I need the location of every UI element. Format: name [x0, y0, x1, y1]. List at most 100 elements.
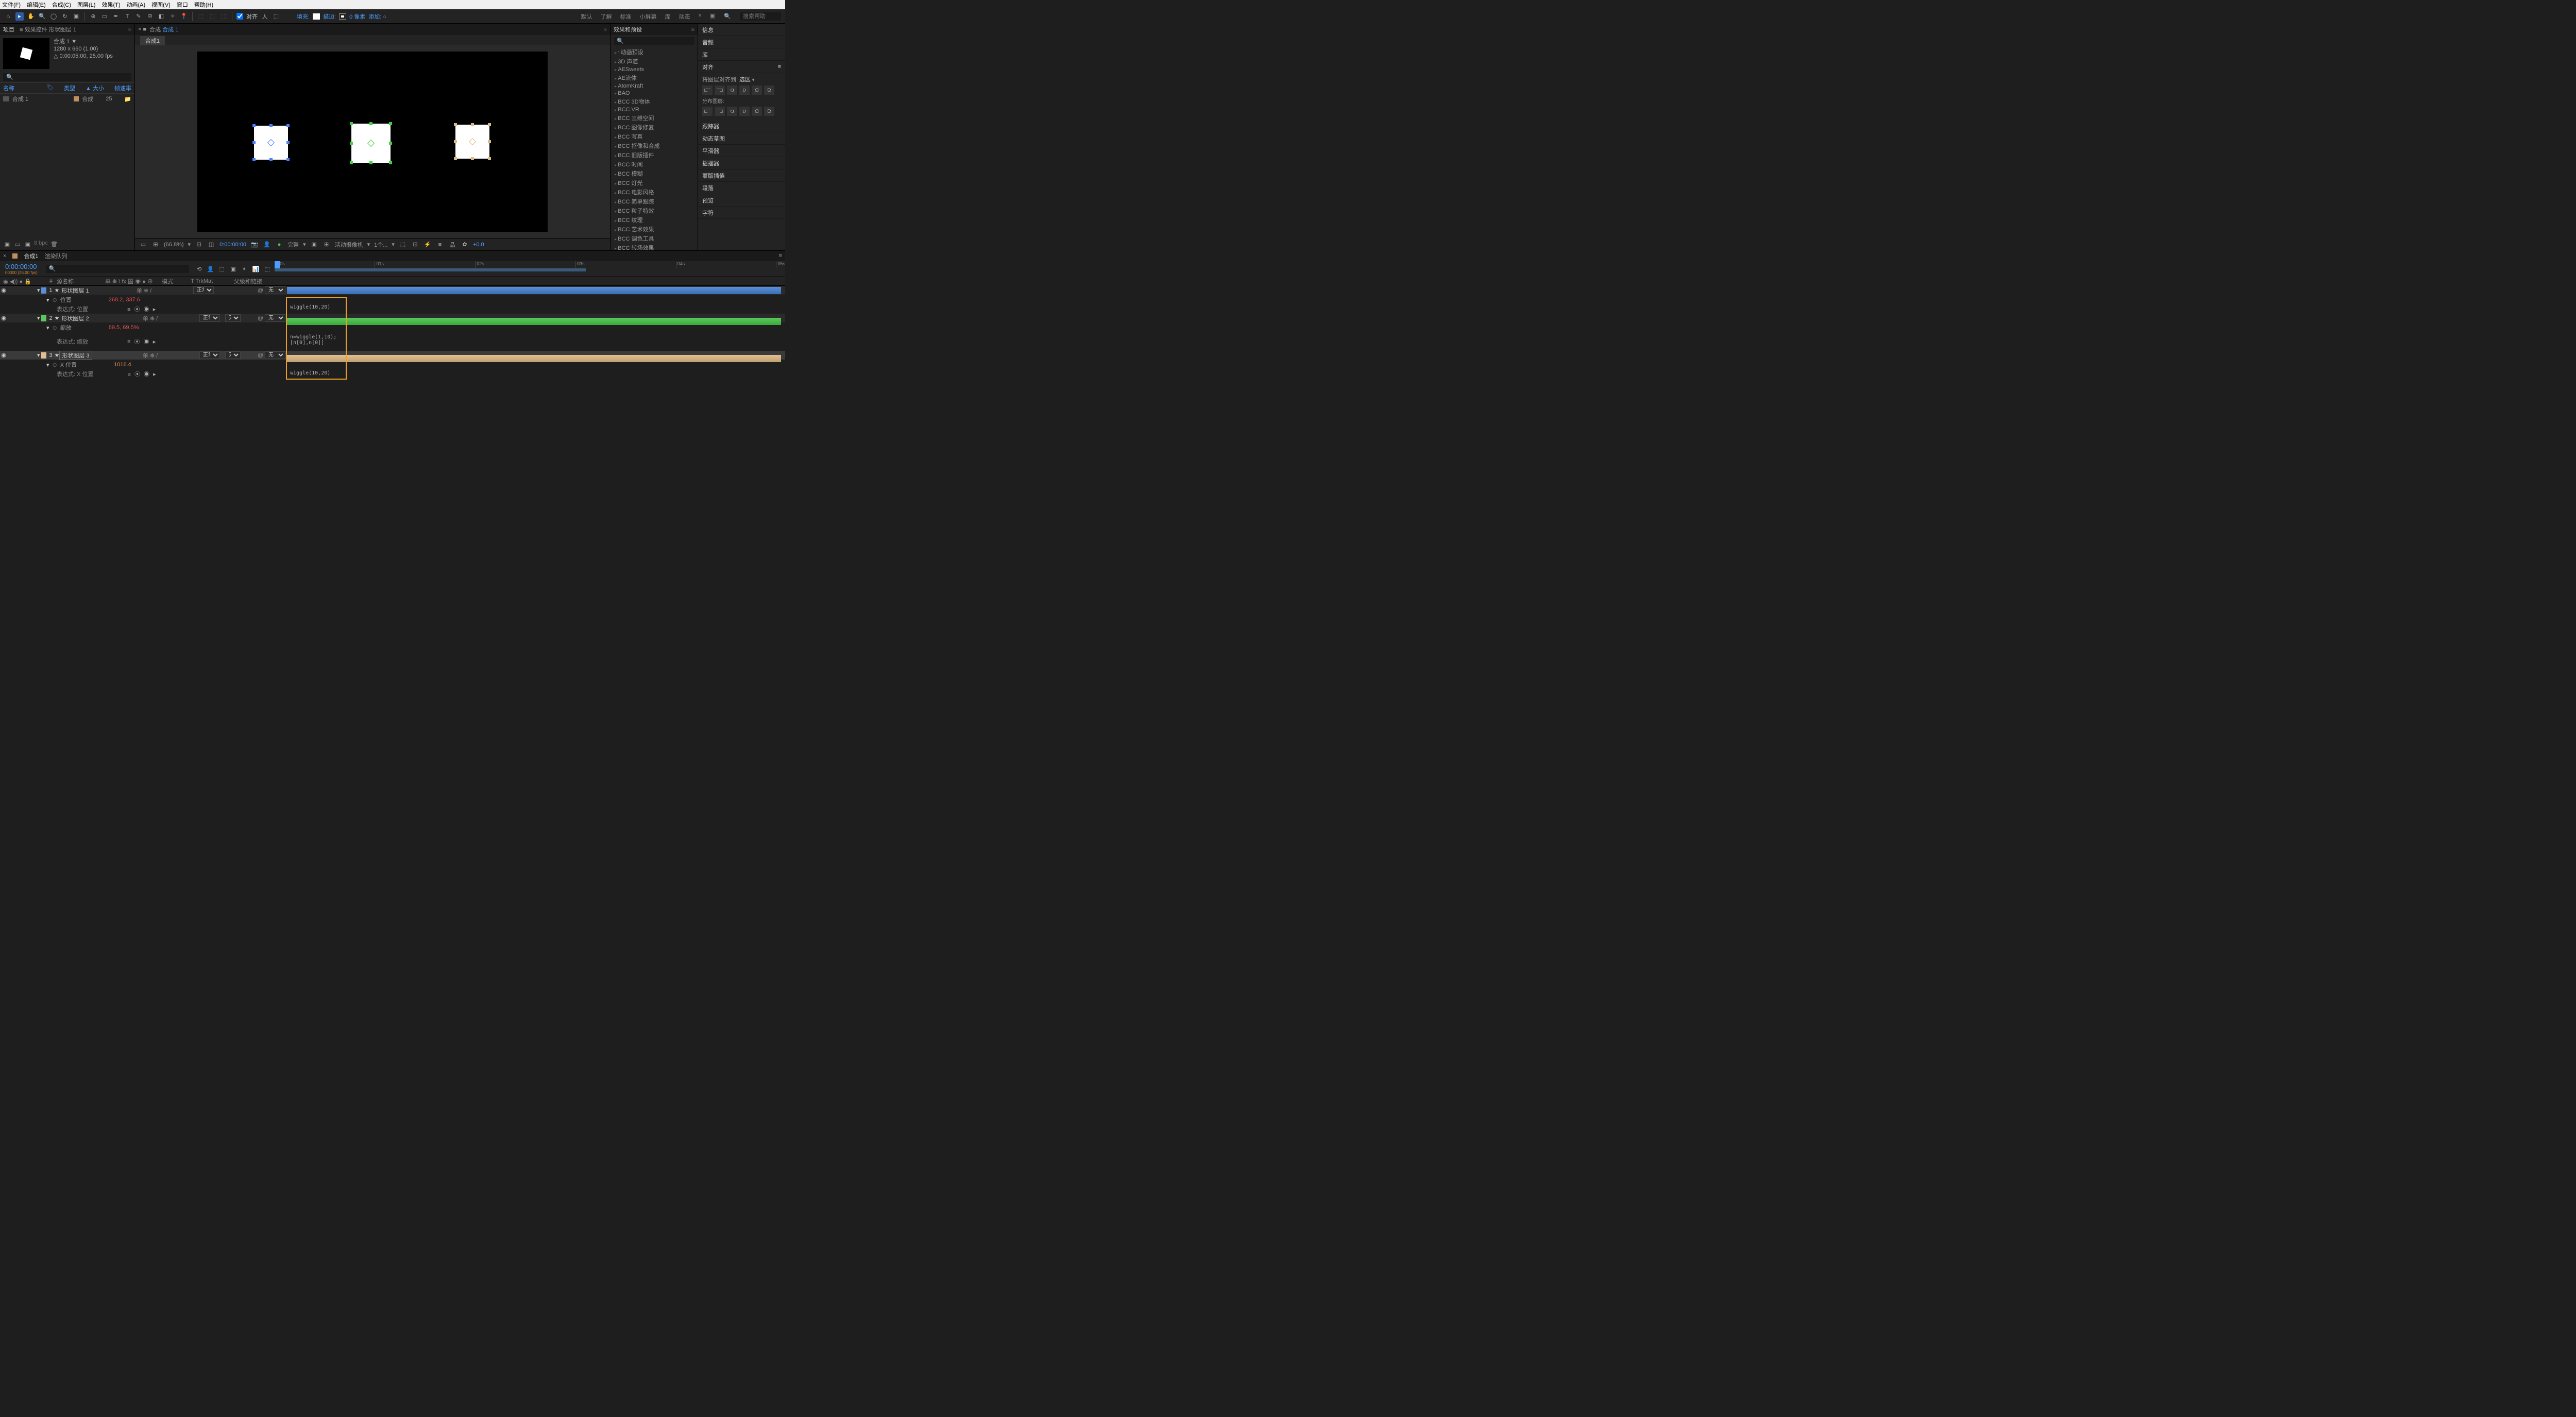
- col-type[interactable]: 类型: [64, 84, 75, 92]
- roi-icon[interactable]: ▣: [310, 241, 318, 249]
- channel-icon[interactable]: ●: [275, 241, 283, 249]
- effects-category[interactable]: BCC 旧版插件: [611, 150, 698, 160]
- ws-motion[interactable]: 动态: [679, 12, 690, 21]
- snap-checkbox[interactable]: [236, 13, 243, 20]
- trash-icon[interactable]: 🗑: [50, 240, 58, 248]
- ws-learn[interactable]: 了解: [600, 12, 612, 21]
- panel-menu-icon[interactable]: ≡: [691, 26, 694, 32]
- fill-swatch[interactable]: [313, 13, 320, 20]
- twirl-icon[interactable]: ▾: [46, 297, 49, 303]
- zoom-tool[interactable]: 🔍: [38, 12, 46, 21]
- menu-layer[interactable]: 图层(L): [77, 1, 95, 9]
- align-top-icon[interactable]: ⫐: [739, 86, 750, 95]
- effects-category[interactable]: BCC 图像修复: [611, 123, 698, 132]
- hide-icon[interactable]: ⬚: [263, 265, 272, 273]
- frame-blend-icon[interactable]: ▣: [229, 265, 238, 273]
- parent-dd[interactable]: 无: [265, 351, 285, 359]
- timeline-search[interactable]: [46, 265, 189, 273]
- parent-dd[interactable]: 无: [265, 286, 285, 294]
- effects-category[interactable]: AtomKraft: [611, 82, 698, 90]
- effects-category[interactable]: AE流体: [611, 73, 698, 82]
- rotate-tool[interactable]: ↻: [61, 12, 69, 21]
- blend-mode[interactable]: 正常: [193, 286, 214, 294]
- home-icon[interactable]: ⌂: [4, 12, 12, 21]
- motion-blur-icon[interactable]: ◐: [241, 265, 249, 273]
- timeline-icon[interactable]: ≡: [436, 241, 444, 249]
- pixel-icon[interactable]: ⊡: [411, 241, 419, 249]
- twirl-icon[interactable]: ▾: [37, 315, 40, 321]
- expression-controls[interactable]: ≡ ⦿ ◉ ▸: [127, 305, 157, 313]
- effects-category[interactable]: BCC 电影风格: [611, 187, 698, 197]
- pickwhip-icon[interactable]: @: [258, 352, 263, 358]
- mask-icon[interactable]: ◫: [207, 241, 215, 249]
- effects-category[interactable]: BCC 灯光: [611, 178, 698, 187]
- views-dd[interactable]: 1个...: [374, 241, 387, 249]
- tab-project[interactable]: 项目: [3, 25, 14, 33]
- ws-small[interactable]: 小屏幕: [639, 12, 656, 21]
- layer-bar[interactable]: [287, 287, 781, 294]
- view-axis-icon[interactable]: ⬚: [219, 12, 228, 21]
- menu-animation[interactable]: 动画(A): [127, 1, 146, 9]
- effects-category[interactable]: BCC 简单跟踪: [611, 197, 698, 206]
- viewer-tab[interactable]: 合成 合成 1: [149, 25, 178, 33]
- shape-layer-3[interactable]: [455, 125, 489, 159]
- col-size[interactable]: ▲ 大小: [86, 84, 104, 92]
- layer-bar[interactable]: [287, 355, 781, 362]
- menu-effect[interactable]: 效果(T): [101, 1, 120, 9]
- effects-category[interactable]: BCC 纹理: [611, 215, 698, 225]
- zoom-level[interactable]: (66.8%): [164, 242, 184, 248]
- effects-category[interactable]: 动画预设: [611, 47, 698, 57]
- comp-tab[interactable]: 合成1: [140, 36, 165, 45]
- snap-opt-icon[interactable]: 人: [261, 12, 269, 21]
- stroke-swatch[interactable]: [339, 13, 346, 20]
- effects-category[interactable]: BCC 写真: [611, 132, 698, 141]
- time-display[interactable]: 0:00:00:00: [219, 242, 246, 248]
- visibility-icon[interactable]: ◉: [0, 287, 7, 294]
- visibility-icon[interactable]: ◉: [0, 315, 7, 321]
- camera-tool[interactable]: ▣: [72, 12, 80, 21]
- shape-layer-1[interactable]: [254, 126, 288, 160]
- rect-tool[interactable]: ▭: [100, 12, 109, 21]
- local-axis-icon[interactable]: ⬚: [197, 12, 205, 21]
- tl-tab-comp[interactable]: 合成1: [24, 252, 38, 260]
- menu-view[interactable]: 视图(V): [151, 1, 171, 9]
- dist-vcenter-icon[interactable]: ⫎: [715, 107, 725, 116]
- expression-text[interactable]: wiggle(10,20): [287, 369, 333, 377]
- layer-switches[interactable]: 单 ❋ /: [143, 314, 199, 322]
- transparency-icon[interactable]: ⊞: [323, 241, 331, 249]
- interpret-icon[interactable]: ▣: [3, 240, 11, 248]
- text-tool[interactable]: T: [123, 12, 131, 21]
- puppet-tool[interactable]: 📍: [180, 12, 188, 21]
- render-icon[interactable]: ✿: [461, 241, 469, 249]
- expression-text[interactable]: n=wiggle(1,10); [n[0],n[0]]: [287, 333, 340, 347]
- twirl-icon[interactable]: ▾: [37, 287, 40, 294]
- viewport[interactable]: [135, 45, 610, 238]
- shape-layer-2[interactable]: [351, 124, 391, 163]
- work-area[interactable]: [275, 268, 586, 271]
- parent-dd[interactable]: 无: [265, 314, 285, 322]
- layer-color-tag[interactable]: [41, 315, 46, 321]
- new-folder-icon[interactable]: ▭: [13, 240, 22, 248]
- effects-category[interactable]: AESweets: [611, 66, 698, 73]
- panel-menu-icon[interactable]: ≡: [128, 26, 131, 32]
- twirl-icon[interactable]: ▾: [37, 352, 40, 358]
- panel-menu-icon[interactable]: ≡: [778, 64, 781, 70]
- exposure[interactable]: +0.0: [473, 242, 484, 248]
- effects-category[interactable]: BCC VR: [611, 106, 698, 113]
- comp-thumbnail[interactable]: [3, 38, 49, 69]
- panel-info[interactable]: 信息: [698, 24, 785, 36]
- menu-help[interactable]: 帮助(H): [194, 1, 213, 9]
- effects-category[interactable]: 3D 声道: [611, 57, 698, 66]
- roto-tool[interactable]: ✧: [168, 12, 177, 21]
- effects-category[interactable]: BCC 3D物体: [611, 97, 698, 106]
- expression-controls[interactable]: ≡ ⦿ ◉ ▸: [127, 337, 157, 346]
- effects-category[interactable]: BCC 三维空间: [611, 113, 698, 123]
- dist-hcenter-icon[interactable]: ⫑: [752, 107, 762, 116]
- share-icon[interactable]: ⬚: [399, 241, 407, 249]
- layer-color-tag[interactable]: [41, 287, 46, 294]
- panel-character[interactable]: 字符: [698, 207, 785, 219]
- ws-lib[interactable]: 库: [665, 12, 670, 21]
- align-vcenter-icon[interactable]: ⫑: [752, 86, 762, 95]
- layer-switches[interactable]: 单 ❋ /: [143, 351, 199, 360]
- blend-mode[interactable]: 正常: [199, 314, 220, 322]
